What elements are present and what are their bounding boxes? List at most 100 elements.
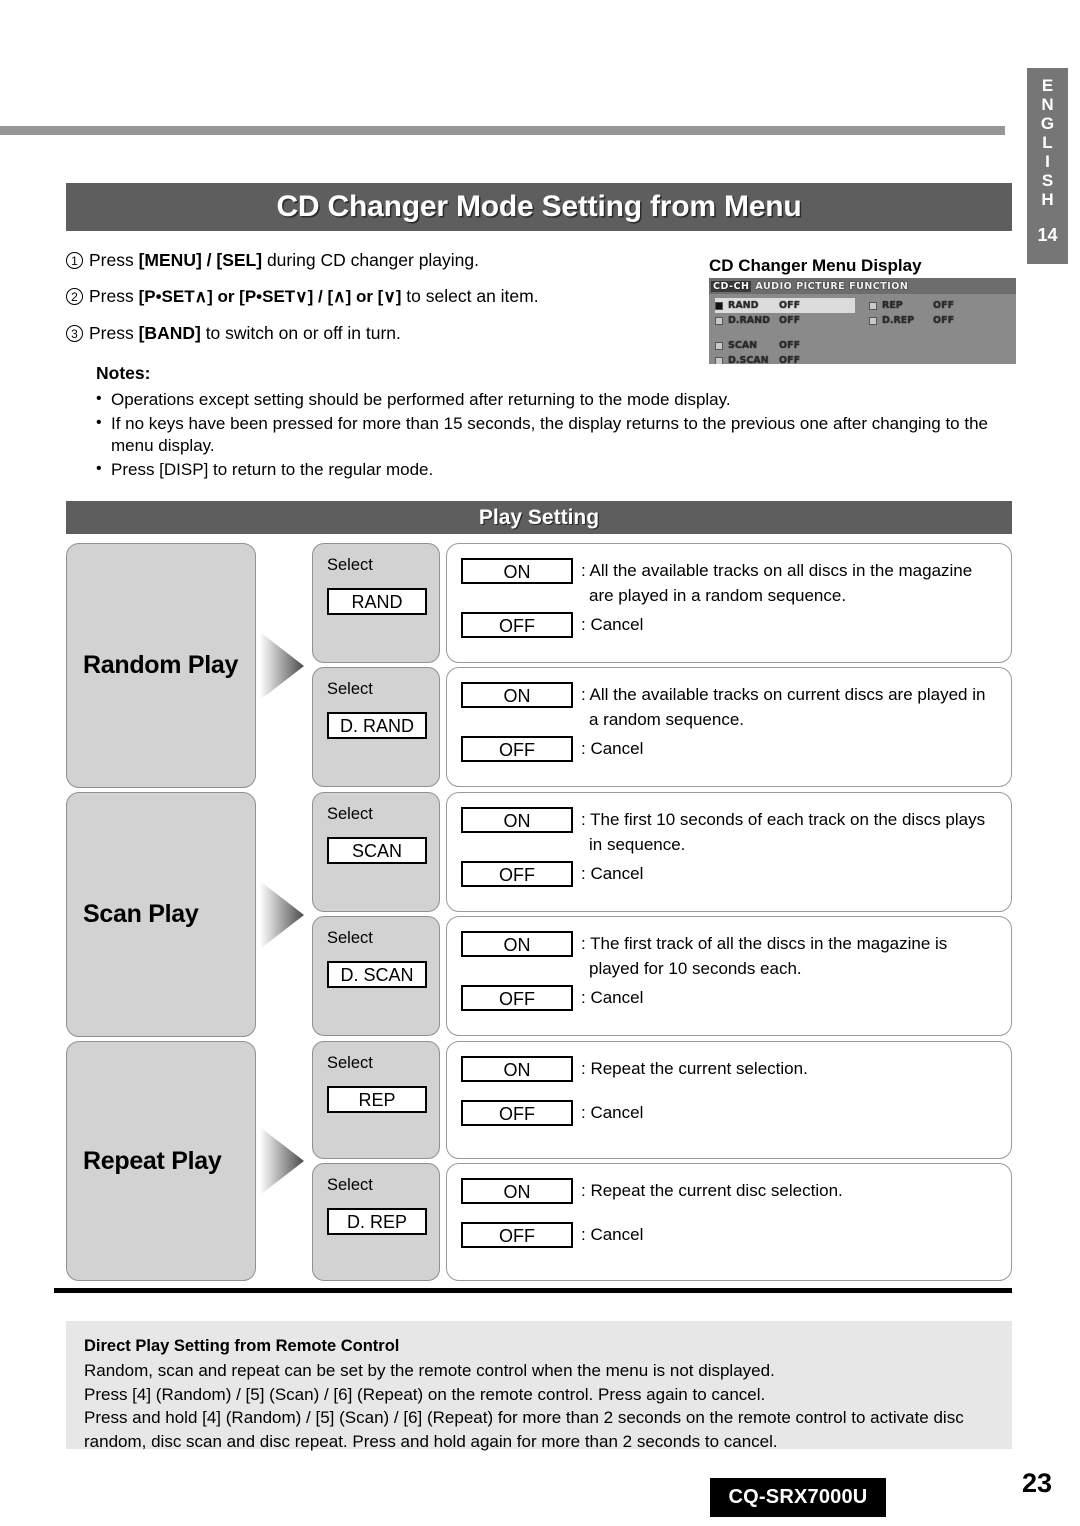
setting-row: Select D. SCAN ON : The first track of a… [312, 916, 1012, 1036]
lcd-item-value: OFF [933, 315, 955, 326]
lcd-item-label: D.REP [882, 315, 915, 326]
description-box: ON : The first 10 seconds of each track … [446, 792, 1012, 912]
key-label: [P•SET∧] or [P•SET∨] / [∧] or [∨] [138, 287, 402, 306]
setting-code-chip: D. RAND [327, 712, 427, 739]
lcd-tab-strip: CD-CH AUDIO PICTURE FUNCTION [709, 278, 1016, 294]
off-description: : Cancel [581, 739, 644, 758]
off-description: : Cancel [581, 864, 644, 883]
model-number-badge: CQ-SRX7000U [710, 1478, 886, 1517]
lcd-item-label: RAND [728, 300, 759, 311]
off-value-box: OFF [461, 736, 573, 762]
model-number: CQ-SRX7000U [728, 1486, 868, 1508]
on-description: : Repeat the current disc selection. [581, 1181, 843, 1200]
off-value-box: OFF [461, 1222, 573, 1248]
direct-play-line-4: random, disc scan and disc repeat. Press… [84, 1431, 778, 1451]
step-number-badge: 2 [66, 288, 83, 305]
rows-repeat-play: Select REP ON : Repeat the current selec… [312, 1041, 1012, 1281]
lcd-tab-function: FUNCTION [849, 280, 909, 292]
off-option-line: OFF : Cancel [461, 985, 1001, 1011]
select-label: Select [327, 680, 373, 698]
key-label: [MENU] / [SEL] [138, 250, 263, 270]
on-value-box: ON [461, 807, 573, 833]
lcd-tab-cd-ch: CD-CH [711, 280, 752, 292]
direct-play-heading: Direct Play Setting from Remote Control [84, 1337, 400, 1355]
right-arrow-icon [260, 1127, 304, 1195]
setting-code-chip: SCAN [327, 837, 427, 864]
setting-group-random-play: Random Play Select RAND ON: All the ava… [66, 543, 1012, 788]
notes-heading: Notes: [96, 363, 151, 383]
lcd-column-bottom: SCAN OFF D.SCAN OFF [715, 338, 855, 364]
setting-code-chip: REP [327, 1086, 427, 1113]
lcd-column-left: RAND OFF D.RAND OFF [715, 298, 855, 328]
description-box: ON : All the available tracks on current… [446, 667, 1012, 787]
lcd-tab-audio: AUDIO [755, 280, 793, 292]
setting-row: Select D. RAND ON : All the available tr… [312, 667, 1012, 787]
setting-row: Select D. REP ON : Repeat the current di… [312, 1163, 1012, 1281]
lcd-item-value: OFF [779, 340, 801, 351]
page-number: 23 [1022, 1468, 1053, 1498]
lcd-item-d-rand: D.RAND OFF [715, 313, 855, 328]
notes-list: Operations except setting should be perf… [96, 388, 1016, 482]
right-arrow-icon [260, 880, 304, 949]
off-value-box: OFF [461, 985, 573, 1011]
on-option-line: ON : The first track of all the discs in… [461, 931, 1001, 957]
direct-play-line-2: Press [4] (Random) / [5] (Scan) / [6] (R… [84, 1384, 766, 1404]
lcd-item-d-scan: D.SCAN OFF [715, 353, 855, 364]
lcd-checkbox-icon [869, 316, 877, 325]
lcd-item-d-rep: D.REP OFF [869, 313, 1009, 328]
description-box: ON : The first track of all the discs in… [446, 916, 1012, 1036]
language-side-tab: E N G L I S H 14 [1027, 68, 1068, 264]
category-label: Scan Play [83, 900, 199, 928]
select-box: Select D. REP [312, 1163, 440, 1281]
direct-play-setting-box: Direct Play Setting from Remote Control … [66, 1321, 1012, 1451]
step-number-badge: 1 [66, 252, 83, 269]
lcd-item-label: REP [882, 300, 903, 311]
setting-group-scan-play: Scan Play Select SCAN ON: The first 10 … [66, 792, 1012, 1037]
page-title: CD Changer Mode Setting from Menu [276, 190, 802, 223]
right-arrow-icon [260, 631, 304, 700]
on-value-box: ON [461, 1178, 573, 1204]
setting-row: Select RAND ON : All the available track… [312, 543, 1012, 663]
on-option-line: ON : All the available tracks on all dis… [461, 558, 1001, 584]
manual-page: E N G L I S H 14 CD Changer Mode Setting… [0, 0, 1080, 1526]
on-description: : Repeat the current selection. [581, 1059, 808, 1078]
section-number: 14 [1037, 225, 1058, 245]
setting-code-chip: D. SCAN [327, 961, 427, 988]
select-label: Select [327, 1176, 373, 1194]
direct-play-line-1: Random, scan and repeat can be set by th… [84, 1361, 775, 1380]
note-item: Press [DISP] to return to the regular mo… [96, 458, 1016, 482]
description-box: ON : Repeat the current selection. OFF :… [446, 1041, 1012, 1159]
procedure-steps: 1 Press [MENU] / [SEL] during CD changer… [66, 249, 686, 358]
setting-row: Select REP ON : Repeat the current selec… [312, 1041, 1012, 1159]
setting-row: Select SCAN ON : The first 10 seconds of… [312, 792, 1012, 912]
language-letter: E [1041, 76, 1054, 95]
language-letter: N [1041, 95, 1054, 114]
direct-play-line-3: Press and hold [4] (Random) / [5] (Scan)… [84, 1408, 964, 1427]
language-letter: H [1041, 190, 1054, 209]
off-option-line: OFF : Cancel [461, 861, 1001, 887]
off-value-box: OFF [461, 612, 573, 638]
language-letter: L [1042, 133, 1053, 152]
on-option-line: ON : Repeat the current disc selection. [461, 1178, 1001, 1204]
lcd-display-caption: CD Changer Menu Display [709, 256, 922, 275]
page-title-bar: CD Changer Mode Setting from Menu [66, 183, 1012, 231]
on-description: : All the available tracks on all discs … [581, 561, 973, 580]
select-box: Select SCAN [312, 792, 440, 912]
top-divider-rule [0, 126, 1005, 135]
step-item: 2 Press [P•SET∧] or [P•SET∨] / [∧] or [∨… [66, 285, 686, 308]
select-box: Select REP [312, 1041, 440, 1159]
off-option-line: OFF : Cancel [461, 612, 1001, 638]
setting-code-chip: RAND [327, 588, 427, 615]
setting-code-chip: D. REP [327, 1208, 427, 1235]
lcd-item-label: SCAN [728, 340, 758, 351]
select-label: Select [327, 1054, 373, 1072]
category-box-scan-play: Scan Play [66, 792, 256, 1037]
rows-scan-play: Select SCAN ON : The first 10 seconds of… [312, 792, 1012, 1037]
step-number-badge: 3 [66, 325, 83, 342]
off-value-box: OFF [461, 1100, 573, 1126]
off-option-line: OFF : Cancel [461, 1100, 1001, 1126]
off-value-box: OFF [461, 861, 573, 887]
lcd-item-value: OFF [933, 300, 955, 311]
on-value-box: ON [461, 558, 573, 584]
lcd-checkbox-icon [869, 301, 877, 310]
